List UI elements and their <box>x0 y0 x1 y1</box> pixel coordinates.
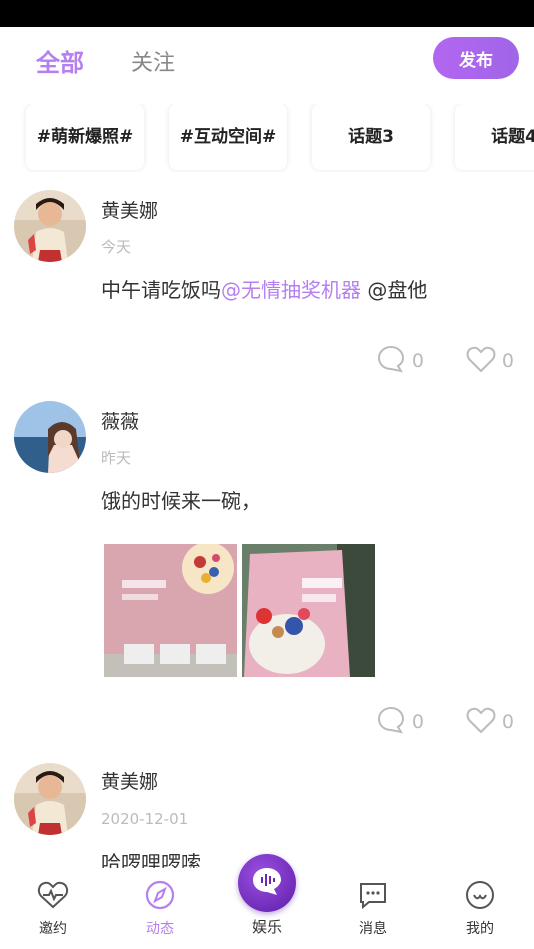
voice-chat-icon <box>250 865 284 901</box>
comment-count: 0 <box>411 711 424 733</box>
message-icon <box>357 883 389 914</box>
bottom-nav: 邀约 动态 娱乐 消息 我的 <box>0 854 534 949</box>
post-username[interactable]: 黄美娜 <box>101 767 158 794</box>
post-image[interactable] <box>242 544 375 677</box>
nav-item-profile[interactable]: 我的 <box>445 880 515 938</box>
post-item: 黄美娜 今天 中午请吃饭吗@无情抽奖机器 @盘他 0 0 <box>0 188 534 388</box>
post-actions: 0 0 <box>334 344 514 378</box>
topic-card[interactable]: #萌新爆照# <box>26 104 144 170</box>
post-username[interactable]: 薇薇 <box>101 407 139 434</box>
post-content: 饿的时候来一碗， <box>101 489 261 513</box>
like-button[interactable]: 0 <box>466 345 514 377</box>
comment-icon <box>376 705 406 739</box>
avatar[interactable] <box>14 763 86 835</box>
nav-label: 娱乐 <box>251 918 282 936</box>
comment-button[interactable]: 0 <box>376 344 424 378</box>
post-username[interactable]: 黄美娜 <box>101 196 158 223</box>
post-image[interactable] <box>104 544 237 677</box>
comment-count: 0 <box>411 350 424 372</box>
avatar[interactable] <box>14 401 86 473</box>
nav-label: 我的 <box>466 921 494 937</box>
heart-icon <box>466 706 496 738</box>
comment-button[interactable]: 0 <box>376 705 424 739</box>
post-text: 中午请吃饭吗 <box>101 278 221 302</box>
status-bar <box>0 0 534 27</box>
publish-button[interactable]: 发布 <box>433 37 519 79</box>
compass-icon <box>144 880 176 914</box>
post-time: 昨天 <box>101 449 132 467</box>
like-count: 0 <box>501 711 514 733</box>
topic-list: #萌新爆照# #互动空间# 话题3 话题4 <box>0 104 534 172</box>
like-count: 0 <box>501 350 514 372</box>
tab-following[interactable]: 关注 <box>131 45 175 77</box>
nav-item-messages[interactable]: 消息 <box>338 880 408 938</box>
smile-face-icon <box>464 881 496 914</box>
top-tab-bar: 全部 关注 发布 <box>0 27 534 95</box>
post-item: 薇薇 昨天 饿的时候来一碗， 0 0 <box>0 399 534 751</box>
topic-card[interactable]: 话题4 <box>455 104 534 170</box>
avatar[interactable] <box>14 190 86 262</box>
post-actions: 0 0 <box>334 705 514 739</box>
nav-label: 动态 <box>146 921 174 937</box>
mention-text[interactable]: @盘他 <box>361 278 427 302</box>
nav-item-feed[interactable]: 动态 <box>125 880 195 938</box>
comment-icon <box>376 344 406 378</box>
heartbeat-icon <box>37 881 69 914</box>
tab-all[interactable]: 全部 <box>36 43 84 78</box>
topic-card[interactable]: #互动空间# <box>169 104 287 170</box>
heart-icon <box>466 345 496 377</box>
nav-item-invite[interactable]: 邀约 <box>18 880 88 938</box>
post-time: 今天 <box>101 238 132 256</box>
post-content: 中午请吃饭吗@无情抽奖机器 @盘他 <box>101 274 427 303</box>
mention-link[interactable]: @无情抽奖机器 <box>221 278 361 302</box>
nav-label: 消息 <box>359 921 387 937</box>
nav-label: 邀约 <box>39 921 67 937</box>
topic-card[interactable]: 话题3 <box>312 104 430 170</box>
entertainment-button[interactable] <box>238 854 296 912</box>
post-time: 2020-12-01 <box>101 810 189 828</box>
like-button[interactable]: 0 <box>466 706 514 738</box>
post-image-grid <box>104 544 380 677</box>
